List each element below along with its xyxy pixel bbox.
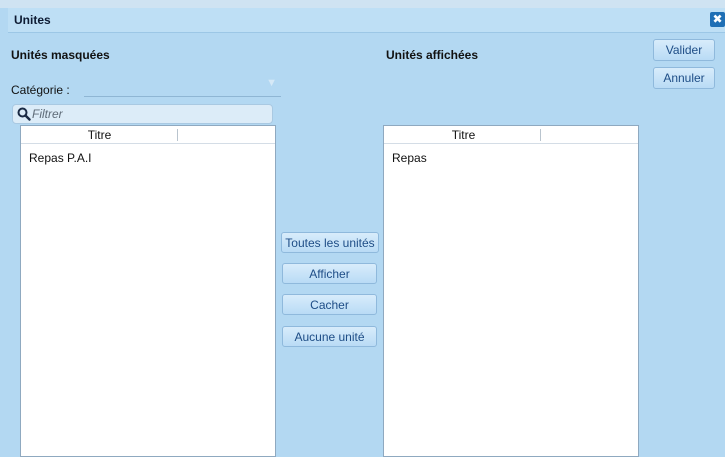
category-select[interactable]: ▼	[84, 76, 281, 97]
validate-button[interactable]: Valider	[653, 39, 715, 61]
units-dialog: Unites ✖ Unités masquées Catégorie : ▼ T…	[8, 8, 725, 457]
column-separator	[177, 129, 178, 141]
list-item[interactable]: Repas P.A.I	[29, 151, 91, 165]
filter-field[interactable]	[12, 104, 273, 124]
hidden-list-header: Titre	[21, 126, 275, 144]
filter-input[interactable]	[32, 106, 267, 122]
category-label: Catégorie :	[11, 83, 70, 97]
cancel-button[interactable]: Annuler	[653, 67, 715, 89]
show-all-button[interactable]: Toutes les unités	[281, 232, 379, 253]
hidden-units-heading: Unités masquées	[11, 48, 110, 62]
chevron-down-icon: ▼	[266, 77, 277, 89]
dialog-title: Unites	[14, 13, 51, 27]
shown-list-header: Titre	[384, 126, 638, 144]
close-icon[interactable]: ✖	[710, 12, 725, 27]
hide-button[interactable]: Cacher	[282, 294, 377, 315]
shown-units-heading: Unités affichées	[386, 48, 479, 62]
top-strip	[0, 0, 725, 8]
shown-column-title[interactable]: Titre	[386, 128, 541, 142]
dialog-titlebar: Unites ✖	[8, 8, 725, 33]
hidden-units-list[interactable]: Titre Repas P.A.I	[20, 125, 276, 457]
hide-all-button[interactable]: Aucune unité	[282, 326, 377, 347]
hidden-column-title[interactable]: Titre	[22, 128, 177, 142]
list-item[interactable]: Repas	[392, 151, 427, 165]
show-button[interactable]: Afficher	[282, 263, 377, 284]
search-icon	[17, 107, 31, 121]
shown-units-list[interactable]: Titre Repas	[383, 125, 639, 457]
column-separator	[540, 129, 541, 141]
